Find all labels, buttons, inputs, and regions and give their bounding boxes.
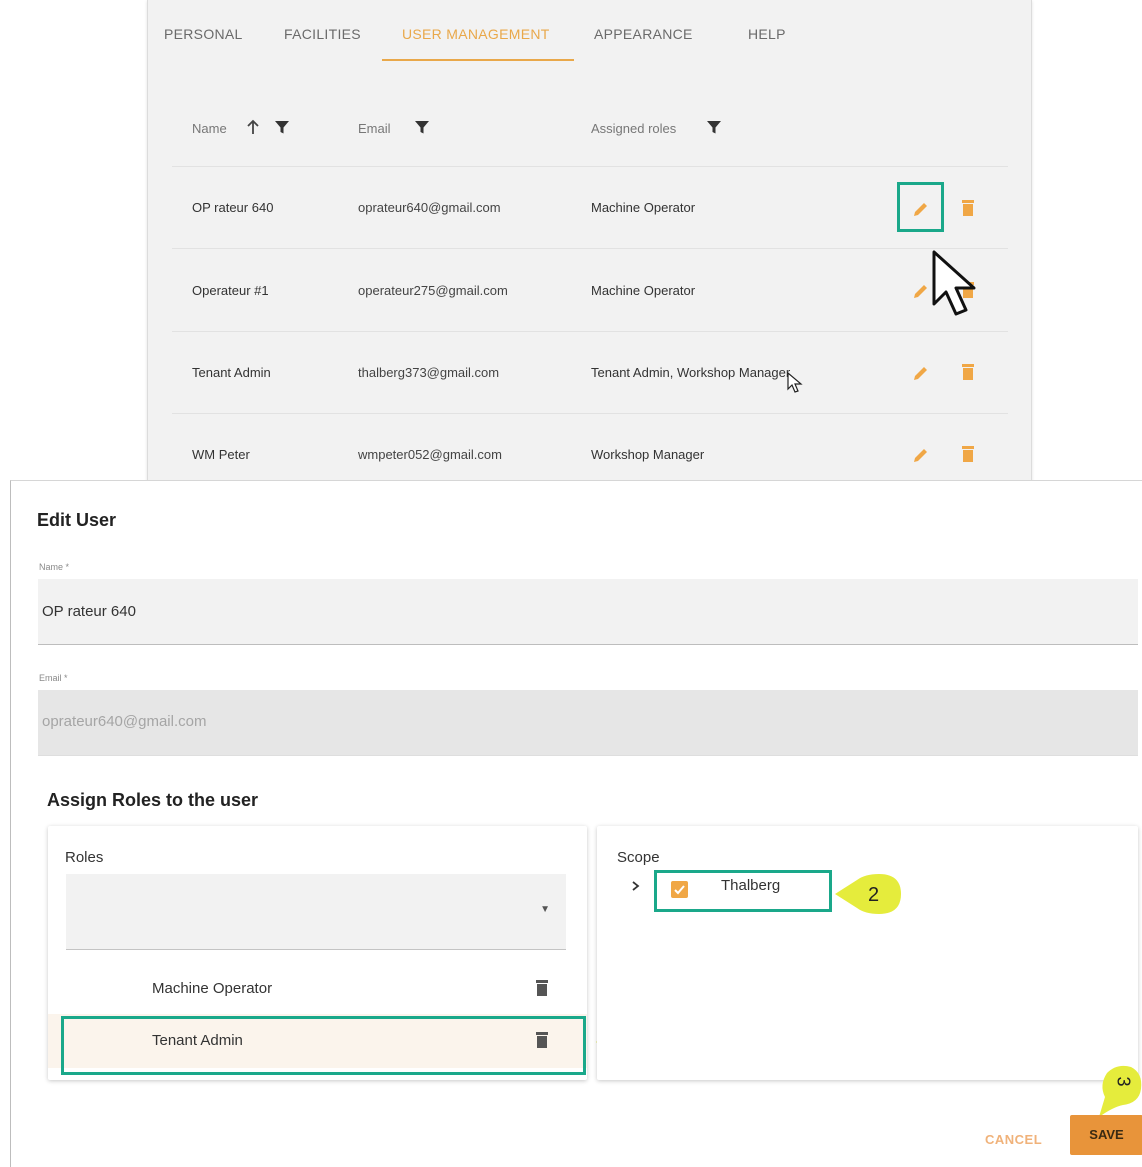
user-name-cell: WM Peter (192, 447, 250, 462)
tab-help[interactable]: HELP (748, 26, 786, 42)
edit-user-dialog: Edit User Name * OP rateur 640 Email * o… (10, 480, 1142, 1167)
name-filter-icon[interactable] (273, 118, 291, 136)
email-filter-icon[interactable] (413, 118, 431, 136)
chevron-right-icon[interactable] (629, 879, 641, 893)
row-divider (172, 413, 1008, 414)
callout-2-number: 2 (868, 884, 880, 906)
roles-label: Roles (65, 849, 104, 866)
scope-card: Scope Thalberg (597, 826, 1138, 1080)
role-list-item[interactable]: Machine Operator (48, 962, 587, 1016)
mouse-cursor-small-icon (787, 371, 803, 393)
user-email-cell: operateur275@gmail.com (358, 283, 508, 298)
user-name-cell: Tenant Admin (192, 365, 271, 380)
settings-tab-bar: PERSONAL FACILITIES USER MANAGEMENT APPE… (148, 0, 1033, 62)
email-field-label: Email * (39, 673, 68, 683)
row-divider (172, 331, 1008, 332)
edit-button-highlight (897, 182, 944, 232)
sort-arrow-up-icon[interactable] (244, 118, 262, 136)
row-divider (172, 248, 1008, 249)
callout-3-marker (1099, 1065, 1142, 1117)
column-header-assigned-roles[interactable]: Assigned roles (591, 121, 676, 136)
roles-select[interactable]: ▼ (66, 874, 566, 950)
role-item-highlight (61, 1016, 586, 1075)
edit-pencil-icon[interactable] (911, 363, 929, 383)
user-roles-cell: Tenant Admin, Workshop Manager (591, 365, 791, 380)
name-field-label: Name * (39, 562, 70, 572)
delete-trash-icon[interactable] (959, 198, 977, 218)
tutorial-stage: PERSONAL FACILITIES USER MANAGEMENT APPE… (0, 0, 1142, 1167)
roles-card: Roles ▼ Machine Operator Tenant Admin (48, 826, 587, 1080)
user-email-cell: thalberg373@gmail.com (358, 365, 500, 380)
delete-trash-icon[interactable] (959, 362, 977, 382)
user-email-cell: oprateur640@gmail.com (358, 200, 501, 215)
role-trash-icon[interactable] (534, 978, 550, 998)
cancel-button[interactable]: CANCEL (985, 1132, 1042, 1147)
active-tab-indicator (382, 59, 574, 61)
dialog-title: Edit User (37, 510, 117, 530)
edit-pencil-icon[interactable] (911, 281, 929, 301)
user-email-cell: wmpeter052@gmail.com (358, 447, 502, 462)
callout-3-number: 3 (1113, 1076, 1134, 1087)
roles-filter-icon[interactable] (705, 118, 723, 136)
scope-label: Scope (617, 849, 660, 866)
caret-down-icon[interactable]: ▼ (540, 904, 550, 915)
user-roles-cell: Machine Operator (591, 200, 696, 215)
tab-user-management[interactable]: USER MANAGEMENT (402, 26, 550, 42)
email-input-disabled: oprateur640@gmail.com (38, 690, 1138, 756)
assign-roles-heading: Assign Roles to the user (47, 790, 259, 810)
tab-appearance[interactable]: APPEARANCE (594, 26, 693, 42)
user-name-cell: OP rateur 640 (192, 200, 274, 215)
user-management-panel: PERSONAL FACILITIES USER MANAGEMENT APPE… (147, 0, 1032, 484)
name-input[interactable]: OP rateur 640 (38, 579, 1138, 645)
tab-facilities[interactable]: FACILITIES (284, 26, 361, 42)
scope-node-highlight (654, 870, 832, 912)
mouse-cursor-icon (932, 250, 976, 316)
edit-pencil-icon[interactable] (911, 445, 929, 465)
delete-trash-icon[interactable] (959, 444, 977, 464)
column-header-name[interactable]: Name (192, 121, 227, 136)
row-divider (172, 166, 1008, 167)
user-roles-cell: Machine Operator (591, 283, 696, 298)
save-button[interactable]: SAVE (1070, 1115, 1142, 1155)
role-name: Machine Operator (152, 980, 273, 997)
column-header-email[interactable]: Email (358, 121, 391, 136)
user-roles-cell: Workshop Manager (591, 447, 705, 462)
tab-personal[interactable]: PERSONAL (164, 26, 243, 42)
user-name-cell: Operateur #1 (192, 283, 269, 298)
